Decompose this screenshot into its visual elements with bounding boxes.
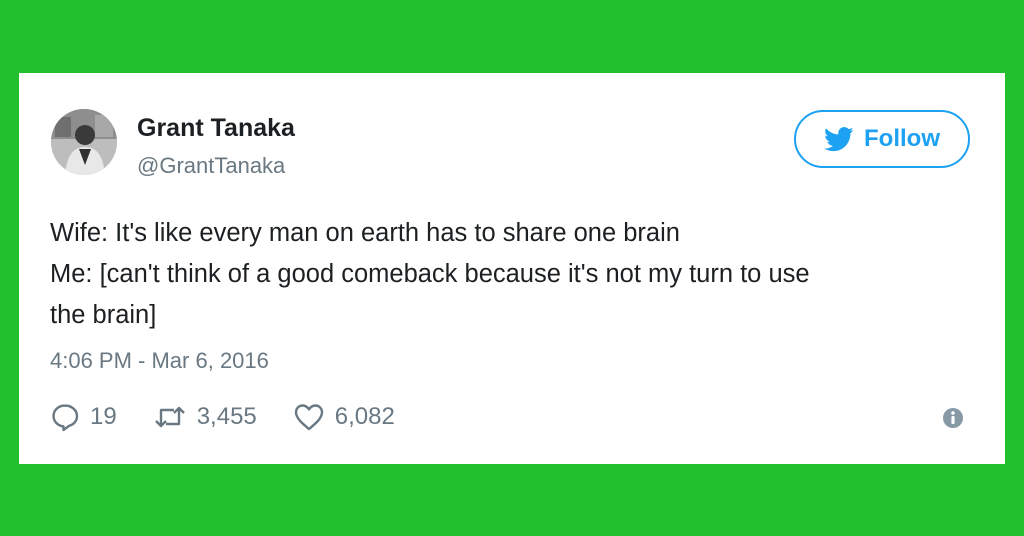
tweet-actions: 19 3,455 6,082 bbox=[50, 399, 431, 435]
tweet-card: Grant Tanaka @GrantTanaka Follow Wife: I… bbox=[19, 73, 1005, 464]
tweet-text-line: Me: [can't think of a good comeback beca… bbox=[50, 260, 810, 288]
like-count: 6,082 bbox=[334, 403, 395, 430]
reply-button[interactable]: 19 bbox=[50, 402, 117, 432]
info-icon bbox=[943, 408, 963, 428]
avatar[interactable] bbox=[51, 109, 117, 175]
info-button[interactable] bbox=[941, 406, 965, 430]
retweet-count: 3,455 bbox=[196, 403, 257, 430]
retweet-button[interactable]: 3,455 bbox=[153, 402, 257, 432]
like-button[interactable]: 6,082 bbox=[293, 402, 395, 432]
avatar-photo-icon bbox=[51, 109, 117, 175]
reply-count: 19 bbox=[90, 403, 117, 430]
tweet-text-line: Wife: It's like every man on earth has t… bbox=[50, 219, 680, 247]
twitter-bird-icon bbox=[824, 126, 854, 152]
author-handle[interactable]: @GrantTanaka bbox=[137, 153, 285, 179]
tweet-timestamp[interactable]: 4:06 PM - Mar 6, 2016 bbox=[50, 348, 269, 374]
tweet-text-line: the brain] bbox=[50, 301, 157, 329]
author-name[interactable]: Grant Tanaka bbox=[137, 114, 295, 143]
heart-icon bbox=[293, 402, 325, 432]
reply-icon bbox=[50, 402, 80, 432]
tweet-text: Wife: It's like every man on earth has t… bbox=[50, 213, 980, 336]
follow-button[interactable]: Follow bbox=[794, 110, 970, 168]
retweet-icon bbox=[153, 402, 187, 432]
follow-label: Follow bbox=[864, 125, 940, 152]
